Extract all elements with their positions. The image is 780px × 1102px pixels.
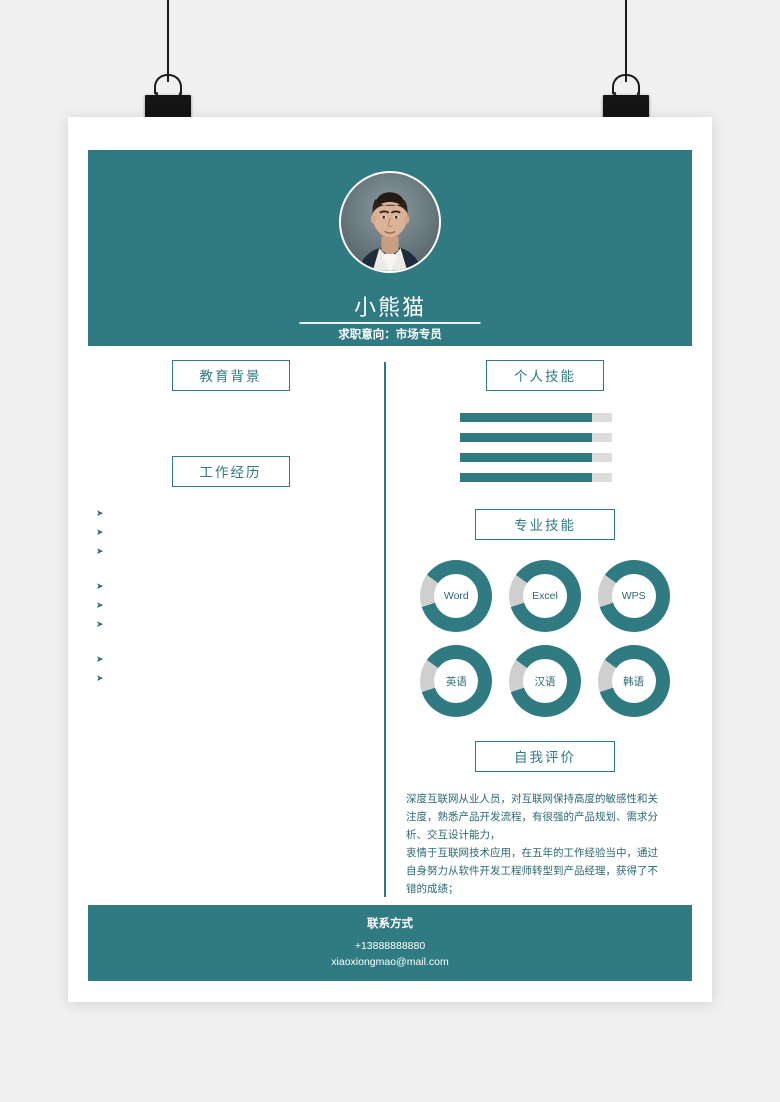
left-column: 教育背景 工作经历 ➤ ➤ ➤ ➤ ➤ ➤ ➤ ➤ <box>88 360 373 687</box>
work-bullet: ➤ <box>96 614 373 633</box>
section-title-work: 工作经历 <box>171 456 290 487</box>
arrow-bullet-icon: ➤ <box>96 581 104 591</box>
contact-phone: +13888888880 <box>354 940 426 952</box>
arrow-bullet-icon: ➤ <box>96 508 104 518</box>
skill-donut: 汉语 <box>508 645 581 717</box>
self-evaluation-paragraph: 深度互联网从业人员，对互联网保持高度的敏感性和关注度，熟悉产品开发流程，有很强的… <box>406 793 658 841</box>
section-title-education: 教育背景 <box>171 360 290 391</box>
work-bullet: ➤ <box>96 576 373 595</box>
donut-label: Excel <box>522 574 567 618</box>
work-list: ➤ ➤ ➤ ➤ ➤ ➤ ➤ ➤ <box>88 499 373 687</box>
work-item: ➤ ➤ ➤ <box>88 499 373 560</box>
self-evaluation-paragraph: 衷情于互联网技术应用，在五年的工作经验当中，通过自身努力从软件开发工程师转型到产… <box>406 847 658 895</box>
donut-label: 汉语 <box>522 659 567 703</box>
skill-donut: 英语 <box>420 645 493 717</box>
work-bullet: ➤ <box>96 595 373 614</box>
arrow-bullet-icon: ➤ <box>96 673 104 683</box>
personal-skill-bars <box>398 413 692 482</box>
skill-bar <box>460 413 612 422</box>
skill-bar-fill <box>460 453 593 462</box>
skill-donut: 韩语 <box>597 645 670 717</box>
education-list <box>88 405 373 419</box>
portrait-photo <box>341 173 439 271</box>
right-column: 个人技能 专业技能 Word Excel WPS 英语 汉语 韩语 自我评价 深度互联网从… <box>398 360 692 898</box>
arrow-bullet-icon: ➤ <box>96 546 104 556</box>
hanging-string-left <box>167 0 169 82</box>
hanging-string-right <box>625 0 627 82</box>
arrow-bullet-icon: ➤ <box>96 619 104 629</box>
donut-label: 英语 <box>434 659 479 703</box>
column-divider <box>384 362 386 897</box>
job-objective: 求职意向：市场专员 <box>338 329 442 341</box>
work-bullet: ➤ <box>96 668 373 687</box>
work-bullet: ➤ <box>96 541 373 560</box>
work-item: ➤ ➤ ➤ <box>88 572 373 633</box>
resume-header: 小熊猫 求职意向：市场专员 <box>88 150 692 346</box>
arrow-bullet-icon: ➤ <box>96 654 104 664</box>
work-bullet: ➤ <box>96 522 373 541</box>
skill-donut: Excel <box>508 560 581 632</box>
section-title-professional-skills: 专业技能 <box>475 509 615 540</box>
skill-bar-fill <box>460 413 593 422</box>
work-bullet: ➤ <box>96 649 373 668</box>
clip-arm-right <box>612 74 640 94</box>
self-evaluation-text: 深度互联网从业人员，对互联网保持高度的敏感性和关注度，熟悉产品开发流程，有很强的… <box>398 790 660 898</box>
skill-bar-fill <box>460 473 593 482</box>
name-underline <box>299 322 481 324</box>
donut-label: Word <box>434 574 479 618</box>
work-item: ➤ ➤ <box>88 645 373 687</box>
section-title-personal-skills: 个人技能 <box>486 360 604 391</box>
skill-bar <box>460 433 612 442</box>
contact-footer: 联系方式 +13888888880 xiaoxiongmao@mail.com <box>88 905 692 981</box>
avatar <box>339 171 441 273</box>
professional-skill-donuts: Word Excel WPS 英语 汉语 韩语 <box>398 560 692 717</box>
contact-email: xiaoxiongmao@mail.com <box>331 956 449 968</box>
donut-label: WPS <box>611 574 656 618</box>
skill-bar <box>460 453 612 462</box>
work-bullet: ➤ <box>96 503 373 522</box>
section-title-self-evaluation: 自我评价 <box>475 741 615 772</box>
resume-page: 小熊猫 求职意向：市场专员 教育背景 工作经历 ➤ ➤ ➤ ➤ ➤ ➤ ➤ ➤ 个人技能 … <box>68 117 712 1002</box>
skill-bar <box>460 473 612 482</box>
clip-arm-left <box>154 74 182 94</box>
donut-label: 韩语 <box>611 659 656 703</box>
skill-bar-fill <box>460 433 593 442</box>
skill-donut: WPS <box>597 560 670 632</box>
arrow-bullet-icon: ➤ <box>96 600 104 610</box>
skill-donut: Word <box>420 560 493 632</box>
arrow-bullet-icon: ➤ <box>96 527 104 537</box>
contact-title: 联系方式 <box>367 918 413 930</box>
applicant-name: 小熊猫 <box>353 295 426 320</box>
